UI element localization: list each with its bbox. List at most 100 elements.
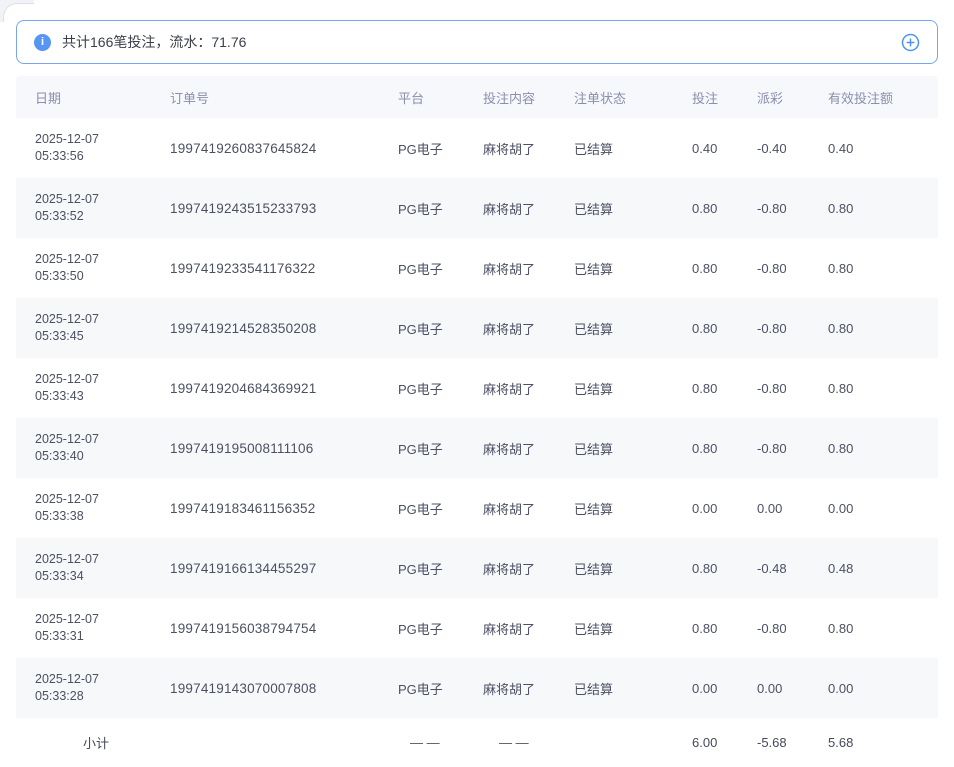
time-line: 05:33:28 (35, 688, 170, 705)
cell-bet-content: 麻将胡了 (483, 319, 574, 338)
time-line: 05:33:43 (35, 388, 170, 405)
cell-platform: PG电子 (398, 559, 483, 578)
time-line: 05:33:34 (35, 568, 170, 585)
time-line: 05:33:31 (35, 628, 170, 645)
cell-bet-amount: 0.00 (684, 681, 755, 696)
time-line: 05:33:40 (35, 448, 170, 465)
col-header-payout: 派彩 (755, 88, 824, 107)
table-row: 2025-12-07 05:33:38 1997419183461156352 … (16, 478, 938, 538)
cell-order-number: 1997419204684369921 (170, 381, 398, 396)
cell-bet-content: 麻将胡了 (483, 439, 574, 458)
cell-status: 已结算 (574, 259, 684, 278)
cell-payout: -0.80 (755, 261, 824, 276)
table-row: 2025-12-07 05:33:56 1997419260837645824 … (16, 118, 938, 178)
date-line: 2025-12-07 (35, 131, 170, 148)
cell-order-number: 1997419233541176322 (170, 261, 398, 276)
cell-platform: PG电子 (398, 199, 483, 218)
cell-order-number: 1997419143070007808 (170, 681, 398, 696)
cell-bet-amount: 0.40 (684, 141, 755, 156)
cell-valid-amount: 0.00 (824, 681, 938, 696)
cell-valid-amount: 0.80 (824, 321, 938, 336)
table-header-row: 日期 订单号 平台 投注内容 注单状态 投注 派彩 有效投注额 (16, 76, 938, 118)
cell-payout: -0.48 (755, 561, 824, 576)
info-icon: i (34, 34, 51, 51)
date-line: 2025-12-07 (35, 491, 170, 508)
col-header-status: 注单状态 (574, 88, 684, 107)
cell-bet-amount: 0.80 (684, 441, 755, 456)
cell-valid-amount: 0.80 (824, 201, 938, 216)
table-row: 2025-12-07 05:33:43 1997419204684369921 … (16, 358, 938, 418)
table-row: 2025-12-07 05:33:50 1997419233541176322 … (16, 238, 938, 298)
cell-order-number: 1997419214528350208 (170, 321, 398, 336)
cell-valid-amount: 0.00 (824, 501, 938, 516)
cell-payout: -0.80 (755, 201, 824, 216)
cell-status: 已结算 (574, 439, 684, 458)
cell-payout: -0.80 (755, 621, 824, 636)
cell-bet-amount: 0.80 (684, 321, 755, 336)
cell-bet-content: 麻将胡了 (483, 199, 574, 218)
cell-platform: PG电子 (398, 499, 483, 518)
date-line: 2025-12-07 (35, 311, 170, 328)
cell-status: 已结算 (574, 139, 684, 158)
cell-date: 2025-12-07 05:33:38 (35, 491, 170, 525)
cell-date: 2025-12-07 05:33:45 (35, 311, 170, 345)
col-header-date: 日期 (35, 88, 170, 107)
cell-bet-amount: 0.80 (684, 201, 755, 216)
col-header-platform: 平台 (398, 88, 483, 107)
table-row: 2025-12-07 05:33:45 1997419214528350208 … (16, 298, 938, 358)
footer-valid-total: 5.68 (824, 735, 938, 750)
cell-valid-amount: 0.80 (824, 261, 938, 276)
table-row: 2025-12-07 05:33:31 1997419156038794754 … (16, 598, 938, 658)
cell-valid-amount: 0.80 (824, 381, 938, 396)
cell-bet-amount: 0.80 (684, 261, 755, 276)
date-line: 2025-12-07 (35, 251, 170, 268)
cell-date: 2025-12-07 05:33:52 (35, 191, 170, 225)
subtotal-label: 小计 (35, 733, 170, 752)
cell-status: 已结算 (574, 679, 684, 698)
summary-banner: i 共计166笔投注，流水：71.76 (16, 20, 938, 64)
cell-bet-amount: 0.80 (684, 381, 755, 396)
cell-order-number: 1997419183461156352 (170, 501, 398, 516)
table-row: 2025-12-07 05:33:40 1997419195008111106 … (16, 418, 938, 478)
cell-bet-content: 麻将胡了 (483, 139, 574, 158)
cell-order-number: 1997419166134455297 (170, 561, 398, 576)
cell-bet-content: 麻将胡了 (483, 679, 574, 698)
date-line: 2025-12-07 (35, 611, 170, 628)
cell-status: 已结算 (574, 499, 684, 518)
plus-circle-icon[interactable] (901, 33, 920, 52)
cell-date: 2025-12-07 05:33:34 (35, 551, 170, 585)
cell-payout: -0.80 (755, 321, 824, 336)
cell-status: 已结算 (574, 559, 684, 578)
col-header-order: 订单号 (170, 88, 398, 107)
col-header-valid: 有效投注额 (824, 88, 938, 107)
cell-payout: 0.00 (755, 501, 824, 516)
summary-text: 共计166笔投注，流水：71.76 (62, 32, 246, 52)
cell-bet-content: 麻将胡了 (483, 619, 574, 638)
time-line: 05:33:52 (35, 208, 170, 225)
cell-order-number: 1997419195008111106 (170, 441, 398, 456)
cell-bet-amount: 0.80 (684, 561, 755, 576)
cell-date: 2025-12-07 05:33:43 (35, 371, 170, 405)
cell-platform: PG电子 (398, 379, 483, 398)
cell-platform: PG电子 (398, 679, 483, 698)
cell-payout: 0.00 (755, 681, 824, 696)
table-body: 2025-12-07 05:33:56 1997419260837645824 … (16, 118, 938, 718)
cell-platform: PG电子 (398, 619, 483, 638)
time-line: 05:33:56 (35, 148, 170, 165)
time-line: 05:33:45 (35, 328, 170, 345)
cell-bet-amount: 0.80 (684, 621, 755, 636)
date-line: 2025-12-07 (35, 191, 170, 208)
cell-valid-amount: 0.40 (824, 141, 938, 156)
cell-order-number: 1997419260837645824 (170, 141, 398, 156)
cell-bet-amount: 0.00 (684, 501, 755, 516)
footer-content-cell: — — (483, 735, 574, 750)
time-line: 05:33:38 (35, 508, 170, 525)
cell-platform: PG电子 (398, 259, 483, 278)
cell-order-number: 1997419243515233793 (170, 201, 398, 216)
cell-platform: PG电子 (398, 319, 483, 338)
cell-status: 已结算 (574, 379, 684, 398)
col-header-bet: 投注 (684, 88, 755, 107)
cell-bet-content: 麻将胡了 (483, 379, 574, 398)
cell-valid-amount: 0.80 (824, 621, 938, 636)
table-row: 2025-12-07 05:33:34 1997419166134455297 … (16, 538, 938, 598)
